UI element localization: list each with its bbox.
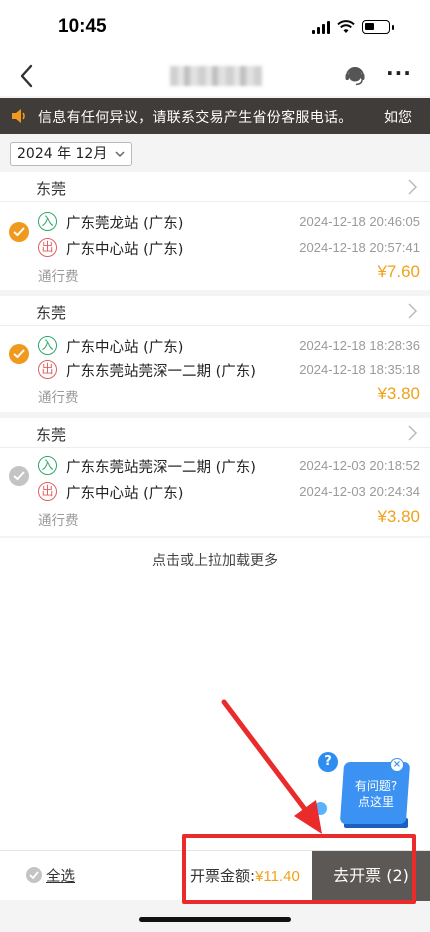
bottom-action-bar: 全选 开票金额:¥11.40 去开票 (2) bbox=[0, 850, 430, 901]
invoice-total-label: 开票金额: bbox=[190, 867, 256, 885]
help-widget[interactable]: ? 有问题? 点这里 × bbox=[314, 750, 414, 830]
trip-card-header[interactable]: 东莞 bbox=[0, 172, 430, 202]
entry-time: 2024-12-18 20:46:05 bbox=[299, 214, 420, 229]
exit-time: 2024-12-18 18:35:18 bbox=[299, 362, 420, 377]
entry-row: 入 广东莞龙站 (广东) 2024-12-18 20:46:05 bbox=[38, 211, 420, 233]
close-icon[interactable]: × bbox=[390, 758, 404, 772]
battery-nub bbox=[392, 24, 394, 30]
exit-station: 广东中心站 (广东) bbox=[66, 242, 184, 258]
notice-text: 信息有任何异议，请联系交易产生省份客服电话。 bbox=[38, 110, 353, 126]
issue-invoice-button[interactable]: 去开票 (2) bbox=[312, 851, 430, 901]
fee-label: 通行费 bbox=[38, 269, 79, 285]
exit-station: 广东东莞站莞深一二期 (广东) bbox=[66, 364, 256, 380]
trip-card[interactable]: 东莞 入 广东中心站 (广东) 2024-12-18 18:28:36 出 广东… bbox=[0, 296, 430, 412]
exit-time: 2024-12-03 20:24:34 bbox=[299, 484, 420, 499]
trip-card-header[interactable]: 东莞 bbox=[0, 418, 430, 448]
speaker-icon bbox=[12, 109, 25, 123]
exit-badge: 出 bbox=[38, 482, 57, 501]
chevron-right-icon[interactable] bbox=[406, 178, 418, 196]
select-all-label[interactable]: 全选 bbox=[46, 865, 75, 886]
status-time: 10:45 bbox=[58, 16, 107, 37]
trip-select-checkbox[interactable] bbox=[9, 344, 29, 364]
status-icons bbox=[312, 20, 394, 34]
entry-row: 入 广东中心站 (广东) 2024-12-18 18:28:36 bbox=[38, 335, 420, 357]
entry-badge: 入 bbox=[38, 336, 57, 355]
entry-station: 广东东莞站莞深一二期 (广东) bbox=[66, 460, 256, 476]
more-options-icon[interactable]: ··· bbox=[386, 60, 411, 90]
invoice-total-amount: ¥11.40 bbox=[255, 868, 300, 885]
filter-row: 2024 年 12月 bbox=[0, 134, 430, 172]
month-select-value: 2024 年 12月 bbox=[17, 146, 108, 162]
help-line-1: 有问题? bbox=[354, 779, 398, 793]
trip-card[interactable]: 东莞 入 广东东莞站莞深一二期 (广东) 2024-12-03 20:18:52… bbox=[0, 418, 430, 536]
fee-label: 通行费 bbox=[38, 513, 79, 529]
question-icon: ? bbox=[318, 752, 338, 772]
battery-icon bbox=[362, 20, 390, 34]
home-indicator bbox=[139, 917, 291, 922]
entry-row: 入 广东东莞站莞深一二期 (广东) 2024-12-03 20:18:52 bbox=[38, 455, 420, 477]
trip-card-header[interactable]: 东莞 bbox=[0, 296, 430, 326]
trip-select-checkbox[interactable] bbox=[9, 222, 29, 242]
help-line-2: 点这里 bbox=[357, 795, 394, 809]
back-icon[interactable] bbox=[14, 60, 40, 92]
invoice-total: 开票金额:¥11.40 bbox=[190, 865, 300, 886]
chevron-right-icon[interactable] bbox=[406, 424, 418, 442]
chevron-down-icon bbox=[115, 151, 125, 158]
trip-region: 东莞 bbox=[36, 426, 67, 444]
entry-station: 广东中心站 (广东) bbox=[66, 340, 184, 356]
entry-station: 广东莞龙站 (广东) bbox=[66, 216, 184, 232]
exit-badge: 出 bbox=[38, 360, 57, 379]
help-text[interactable]: 有问题? 点这里 bbox=[346, 778, 406, 810]
select-all-checkbox[interactable] bbox=[26, 867, 42, 883]
entry-badge: 入 bbox=[38, 212, 57, 231]
exit-row: 出 广东东莞站莞深一二期 (广东) 2024-12-18 18:35:18 bbox=[38, 359, 420, 381]
help-dot bbox=[314, 802, 327, 815]
notice-bar: 信息有任何异议，请联系交易产生省份客服电话。 如您 bbox=[0, 98, 430, 134]
nav-bar: ··· bbox=[0, 58, 430, 96]
trip-card[interactable]: 东莞 入 广东莞龙站 (广东) 2024-12-18 20:46:05 出 广东… bbox=[0, 172, 430, 290]
entry-time: 2024-12-03 20:18:52 bbox=[299, 458, 420, 473]
exit-badge: 出 bbox=[38, 238, 57, 257]
trip-region: 东莞 bbox=[36, 180, 67, 198]
trip-select-checkbox[interactable] bbox=[9, 466, 29, 486]
load-more-link[interactable]: 点击或上拉加载更多 bbox=[0, 550, 430, 570]
trip-region: 东莞 bbox=[36, 304, 67, 322]
fee-amount: ¥7.60 bbox=[377, 262, 420, 281]
entry-time: 2024-12-18 18:28:36 bbox=[299, 338, 420, 353]
wifi-icon bbox=[337, 20, 355, 33]
exit-row: 出 广东中心站 (广东) 2024-12-03 20:24:34 bbox=[38, 481, 420, 503]
notice-text-tail: 如您 bbox=[384, 110, 412, 126]
page-title-redacted bbox=[170, 66, 262, 86]
chevron-right-icon[interactable] bbox=[406, 302, 418, 320]
signal-icon bbox=[312, 20, 330, 34]
fee-amount: ¥3.80 bbox=[377, 507, 420, 526]
exit-time: 2024-12-18 20:57:41 bbox=[299, 240, 420, 255]
status-bar: 10:45 bbox=[0, 0, 430, 58]
entry-badge: 入 bbox=[38, 456, 57, 475]
month-select[interactable]: 2024 年 12月 bbox=[10, 142, 133, 166]
fee-label: 通行费 bbox=[38, 390, 79, 406]
customer-service-icon[interactable] bbox=[343, 64, 367, 88]
exit-row: 出 广东中心站 (广东) 2024-12-18 20:57:41 bbox=[38, 237, 420, 259]
fee-amount: ¥3.80 bbox=[377, 384, 420, 403]
exit-station: 广东中心站 (广东) bbox=[66, 486, 184, 502]
